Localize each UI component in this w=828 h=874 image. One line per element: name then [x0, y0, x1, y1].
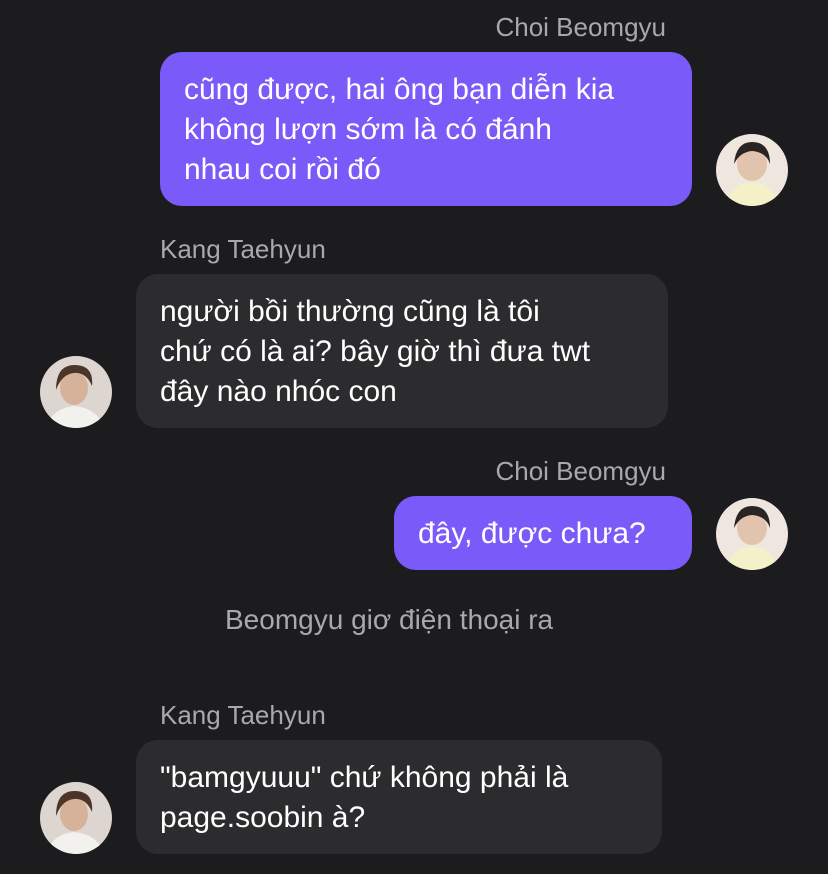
- avatar-kang-taehyun-icon: [40, 356, 112, 428]
- avatar[interactable]: [40, 782, 112, 854]
- message-bubble[interactable]: người bồi thường cũng là tôi chứ có là a…: [136, 274, 668, 428]
- message-line: nhau coi rồi đó: [184, 153, 381, 186]
- message-line: page.soobin à?: [160, 801, 366, 834]
- message-line: đây nào nhóc con: [160, 375, 397, 408]
- message-line: không lượn sớm là có đánh: [184, 113, 552, 146]
- message-bubble[interactable]: "bamgyuuu" chứ không phải là page.soobin…: [136, 740, 662, 854]
- sender-name: Kang Taehyun: [160, 234, 326, 264]
- message-line: đây, được chưa?: [418, 517, 646, 550]
- sender-name: Choi Beomgyu: [495, 12, 666, 42]
- avatar-choi-beomgyu-icon: [716, 498, 788, 570]
- sender-name: Kang Taehyun: [160, 700, 326, 730]
- avatar-kang-taehyun-icon: [40, 782, 112, 854]
- avatar[interactable]: [716, 498, 788, 570]
- message-bubble[interactable]: đây, được chưa?: [394, 496, 692, 570]
- message-bubble[interactable]: cũng được, hai ông bạn diễn kia không lư…: [160, 52, 692, 206]
- message-line: người bồi thường cũng là tôi: [160, 295, 540, 328]
- avatar[interactable]: [40, 356, 112, 428]
- avatar-choi-beomgyu-icon: [716, 134, 788, 206]
- message-line: chứ có là ai? bây giờ thì đưa twt: [160, 335, 591, 368]
- avatar[interactable]: [716, 134, 788, 206]
- sender-name: Choi Beomgyu: [495, 456, 666, 486]
- system-message: Beomgyu giơ điện thoại ra: [225, 604, 554, 635]
- message-line: "bamgyuuu" chứ không phải là: [160, 761, 569, 794]
- message-line: cũng được, hai ông bạn diễn kia: [184, 73, 615, 106]
